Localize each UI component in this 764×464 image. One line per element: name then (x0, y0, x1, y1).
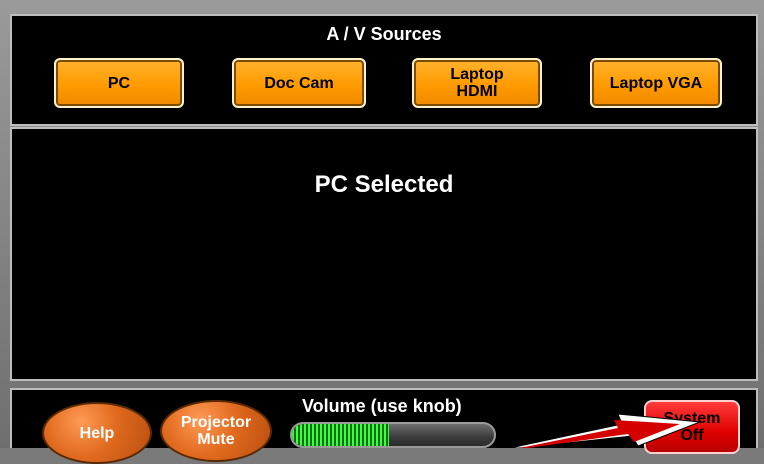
status-panel: PC Selected (10, 127, 758, 381)
av-sources-panel: A / V Sources PC Doc Cam Laptop HDMI Lap… (10, 14, 758, 126)
control-screen: A / V Sources PC Doc Cam Laptop HDMI Lap… (0, 0, 764, 464)
projector-mute-button[interactable]: Projector Mute (160, 400, 272, 462)
controls-panel: Help Projector Mute Volume (use knob) Sy… (10, 388, 758, 464)
volume-label: Volume (use knob) (302, 396, 462, 416)
volume-level-fill (292, 424, 389, 446)
source-button-doc-cam[interactable]: Doc Cam (232, 58, 366, 108)
help-button[interactable]: Help (42, 402, 152, 464)
source-button-pc[interactable]: PC (54, 58, 184, 108)
av-sources-title: A / V Sources (326, 24, 442, 44)
system-off-button[interactable]: System Off (644, 400, 740, 454)
selected-source-status: PC Selected (314, 171, 454, 198)
source-button-laptop-vga[interactable]: Laptop VGA (590, 58, 722, 108)
source-button-laptop-hdmi[interactable]: Laptop HDMI (412, 58, 542, 108)
volume-bar (290, 422, 496, 448)
